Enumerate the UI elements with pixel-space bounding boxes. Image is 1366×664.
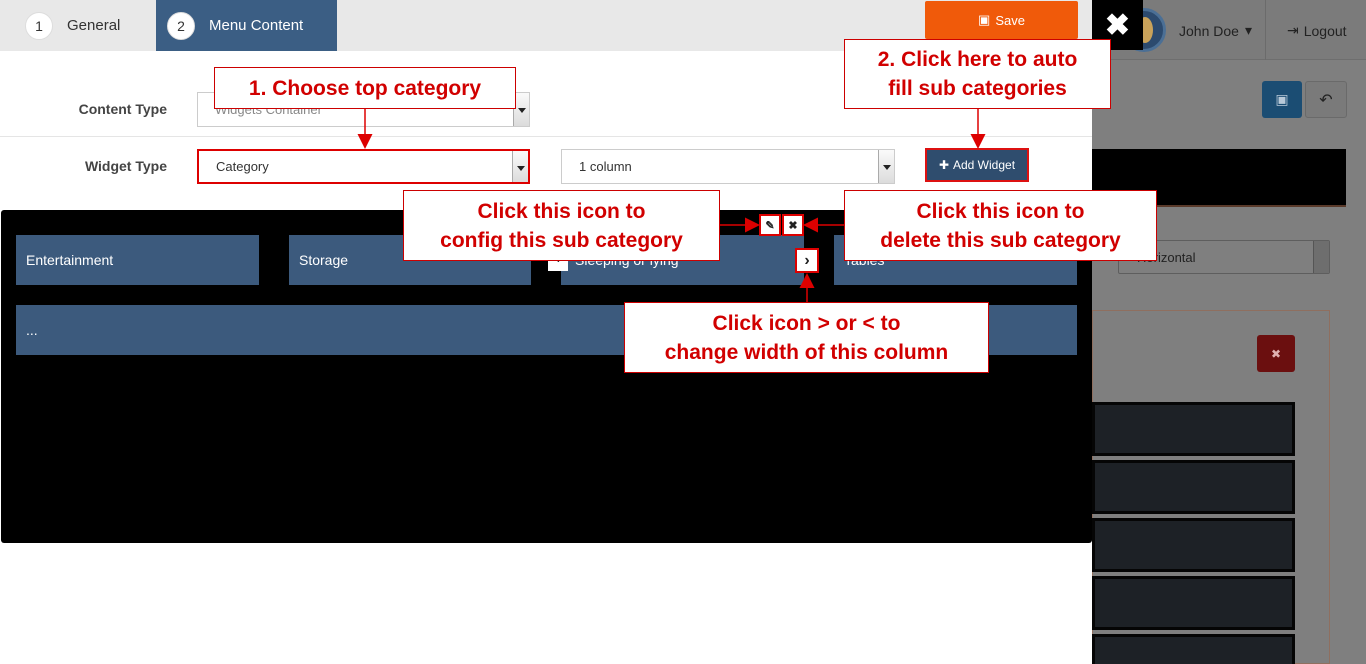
expand-width-icon[interactable]: › (795, 248, 819, 273)
cell-label: Storage (299, 252, 349, 268)
callout-delete-sub-category: Click this icon to delete this sub categ… (844, 190, 1157, 261)
content-type-label: Content Type (78, 101, 167, 117)
columns-select[interactable]: 1 column (561, 149, 895, 184)
step-label: Menu Content (209, 17, 304, 34)
callout-text: Click this icon to (477, 199, 646, 223)
callout-text: fill sub categories (888, 77, 1067, 100)
background-page: John Doe ▾ ⇥ Logout ▣ ↶ Horizontal ✖ (1092, 0, 1366, 664)
cell-label: ... (26, 322, 38, 338)
user-menu[interactable]: John Doe ▾ (1179, 22, 1252, 39)
chevron-down-icon (878, 150, 894, 183)
callout-text: Click icon > or < to (712, 311, 901, 335)
remove-button[interactable]: ✖ (1257, 335, 1295, 372)
category-cell-entertainment[interactable]: Entertainment (16, 235, 259, 285)
step-number: 1 (25, 11, 53, 40)
list-item[interactable] (1092, 518, 1295, 572)
columns-value: 1 column (579, 159, 632, 174)
widget-type-label: Widget Type (84, 158, 167, 174)
delete-icon[interactable]: ✖ (782, 214, 804, 236)
callout-choose-top-category: 1. Choose top category (214, 67, 516, 109)
caret-down-icon: ▾ (1244, 22, 1252, 38)
logout-icon: ⇥ (1287, 22, 1299, 38)
callout-text: 1. Choose top category (248, 76, 482, 100)
floppy-icon: ▣ (1275, 91, 1289, 107)
user-name: John Doe (1179, 22, 1239, 39)
logout-label: Logout (1303, 22, 1347, 39)
list-item[interactable] (1092, 460, 1295, 514)
save-label: Save (995, 12, 1025, 28)
callout-text: 2. Click here to auto (877, 48, 1078, 71)
undo-button[interactable]: ↶ (1305, 81, 1347, 118)
callout-change-width: Click icon > or < to change width of thi… (624, 302, 989, 373)
callout-text: delete this sub category (880, 228, 1121, 252)
step-label: General (67, 17, 121, 34)
close-icon: ✖ (1104, 8, 1131, 42)
widget-type-value: Category (216, 159, 269, 174)
save-button[interactable]: ▣ Save (925, 1, 1078, 39)
callout-text: Click this icon to (916, 199, 1085, 223)
select-caret-icon (1313, 241, 1329, 273)
callout-text: config this sub category (440, 228, 683, 252)
tab-general[interactable]: 1 General (14, 0, 153, 51)
tab-menu-content[interactable]: 2 Menu Content (156, 0, 337, 51)
add-widget-button[interactable]: ✚ Add Widget (925, 148, 1029, 182)
form-divider (0, 136, 1092, 137)
floppy-icon: ▣ (978, 12, 991, 27)
undo-icon: ↶ (1319, 91, 1333, 109)
add-widget-label: Add Widget (953, 158, 1016, 172)
list-item[interactable] (1092, 634, 1295, 664)
floppy-save-button[interactable]: ▣ (1262, 81, 1302, 118)
callout-text: change width of this column (664, 340, 949, 364)
logout-link[interactable]: ⇥ Logout (1287, 22, 1347, 39)
close-icon: ✖ (1270, 346, 1282, 361)
list-item[interactable] (1092, 576, 1295, 630)
pencil-edit-icon[interactable]: ✎ (759, 214, 781, 236)
step-number: 2 (167, 11, 195, 40)
plus-icon: ✚ (938, 158, 949, 172)
list-item[interactable] (1092, 402, 1295, 456)
cell-label: Entertainment (26, 252, 114, 268)
callout-config-sub-category: Click this icon to config this sub categ… (403, 190, 720, 261)
topbar-divider (1265, 0, 1266, 60)
widget-type-select[interactable]: Category (197, 149, 530, 184)
callout-auto-fill: 2. Click here to auto fill sub categorie… (844, 39, 1111, 109)
chevron-down-icon (512, 151, 528, 182)
